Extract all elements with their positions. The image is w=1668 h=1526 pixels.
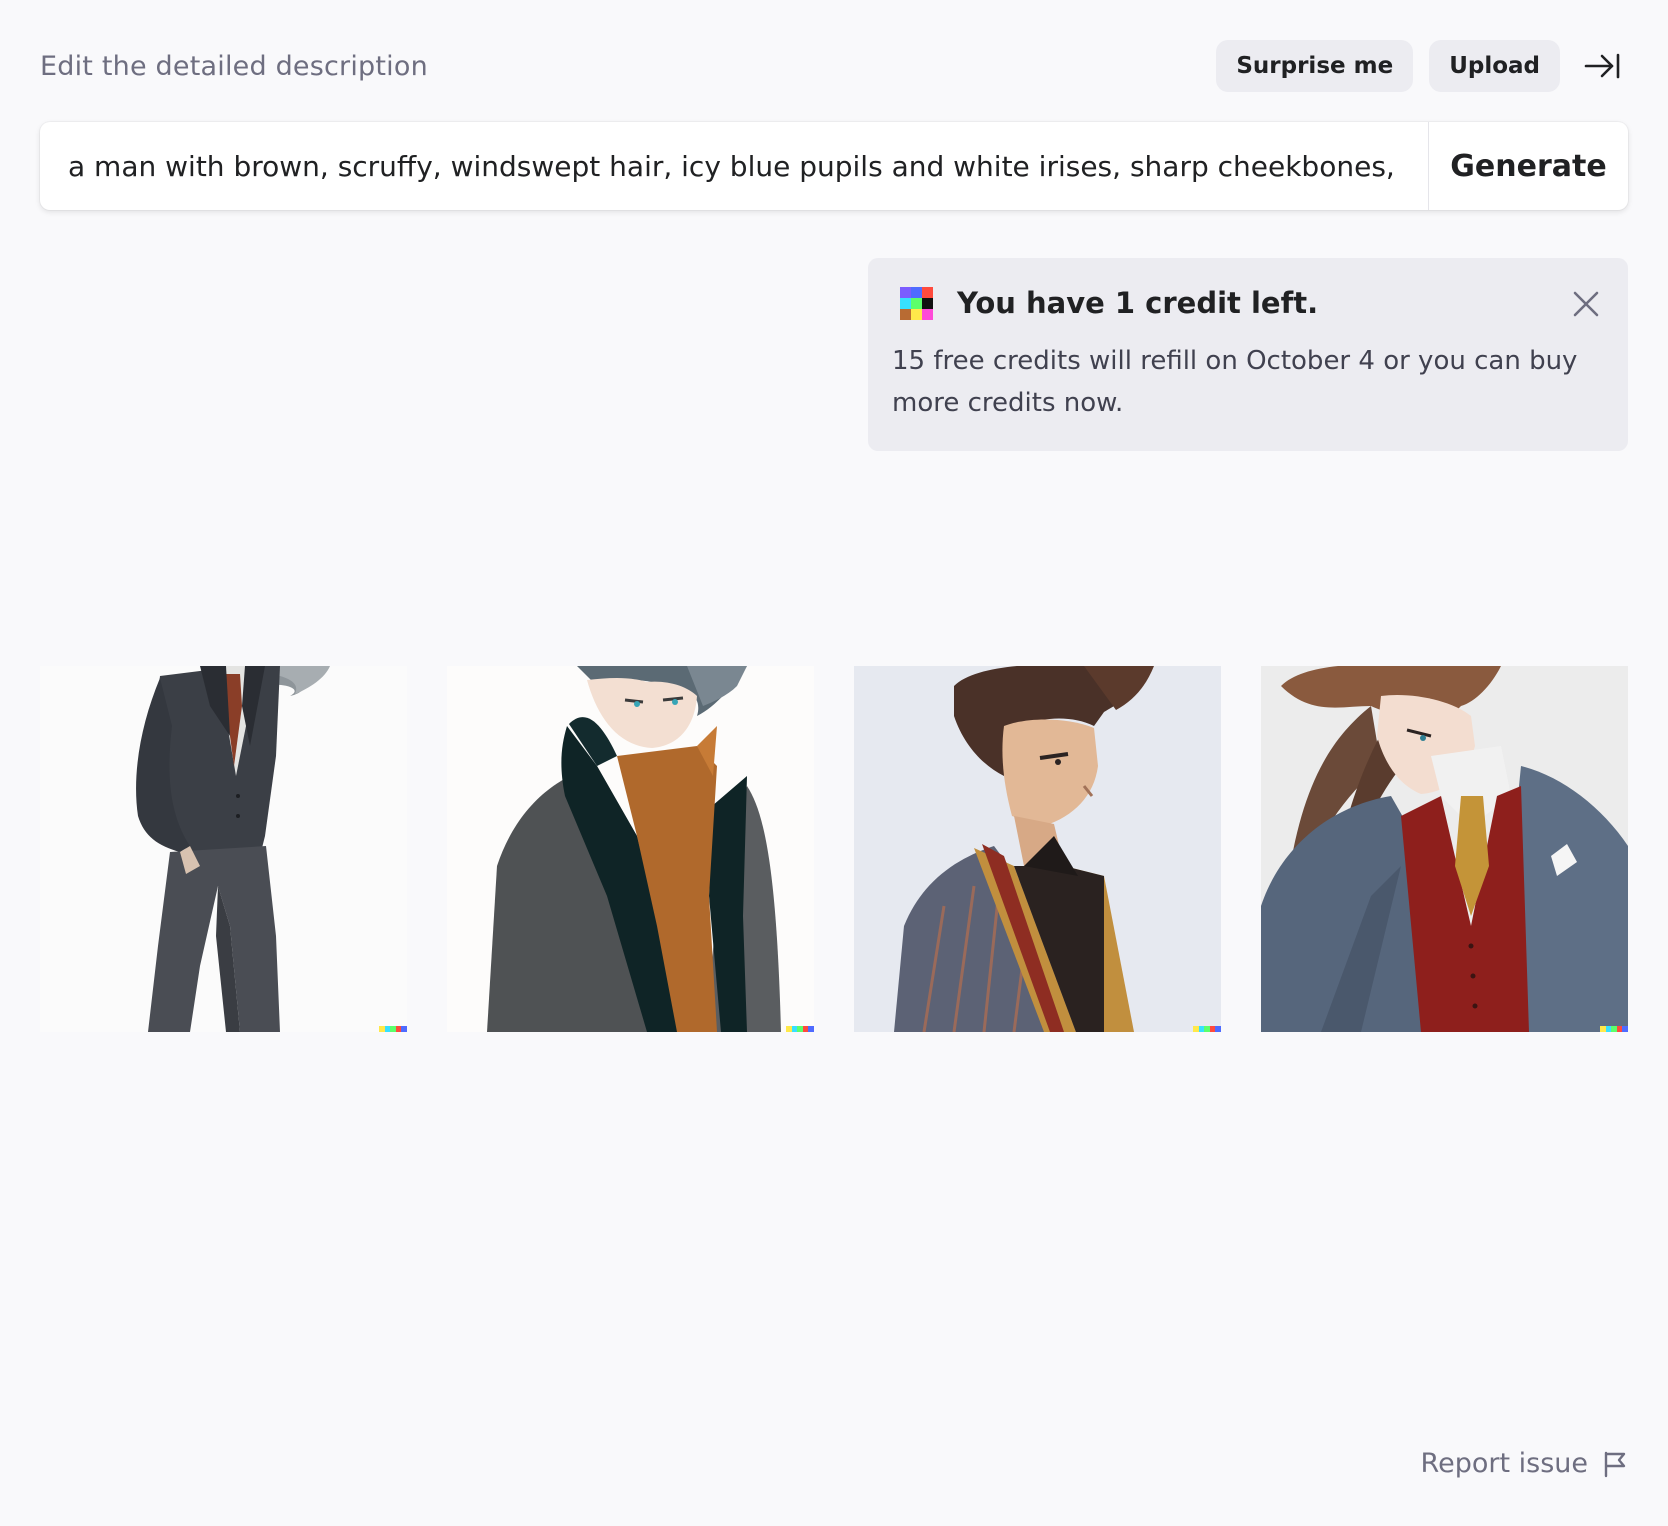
logo-cell bbox=[900, 308, 911, 320]
credit-notice: You have 1 credit left. 15 free credits … bbox=[868, 258, 1628, 451]
notice-title-row: You have 1 credit left. bbox=[900, 286, 1318, 320]
prompt-input[interactable]: a man with brown, scruffy, windswept hai… bbox=[40, 122, 1428, 210]
notice-body: 15 free credits will refill on October 4… bbox=[892, 346, 1578, 418]
image-signature bbox=[786, 1026, 814, 1032]
upload-button[interactable]: Upload bbox=[1429, 40, 1560, 92]
logo-cell bbox=[922, 308, 933, 320]
color-grid-logo-icon bbox=[900, 286, 933, 320]
logo-cell bbox=[911, 308, 922, 320]
collapse-button[interactable] bbox=[1576, 40, 1628, 92]
close-notice-button[interactable] bbox=[1566, 284, 1606, 324]
image-signature bbox=[1193, 1026, 1221, 1032]
flag-icon bbox=[1604, 1451, 1626, 1477]
logo-cell bbox=[900, 286, 911, 298]
report-issue-label: Report issue bbox=[1420, 1448, 1588, 1479]
report-issue-link[interactable]: Report issue bbox=[1421, 1448, 1628, 1479]
prompt-bar: a man with brown, scruffy, windswept hai… bbox=[40, 122, 1628, 210]
image-signature bbox=[379, 1026, 407, 1032]
image-illustration bbox=[1261, 666, 1628, 1032]
header-actions: Surprise me Upload bbox=[1216, 40, 1628, 92]
surprise-me-button[interactable]: Surprise me bbox=[1216, 40, 1414, 92]
image-signature bbox=[1600, 1026, 1628, 1032]
header: Edit the detailed description Surprise m… bbox=[40, 40, 1628, 92]
logo-cell bbox=[911, 297, 922, 309]
generated-image-2[interactable] bbox=[447, 666, 814, 1032]
generated-image-3[interactable] bbox=[854, 666, 1221, 1032]
logo-cell bbox=[922, 297, 933, 309]
arrow-right-to-bar-icon bbox=[1584, 53, 1620, 79]
generated-image-1[interactable] bbox=[40, 666, 407, 1032]
logo-cell bbox=[911, 286, 922, 298]
image-illustration bbox=[40, 666, 407, 1032]
generated-image-4[interactable] bbox=[1261, 666, 1628, 1032]
prompt-text: a man with brown, scruffy, windswept hai… bbox=[68, 149, 1400, 183]
notice-title: You have 1 credit left. bbox=[957, 286, 1319, 320]
generate-button[interactable]: Generate bbox=[1428, 122, 1628, 210]
image-illustration bbox=[854, 666, 1221, 1032]
logo-cell bbox=[922, 286, 933, 298]
image-illustration bbox=[447, 666, 814, 1032]
generated-images-grid bbox=[40, 666, 1628, 1032]
edit-description-label: Edit the detailed description bbox=[40, 50, 428, 82]
close-icon bbox=[1573, 291, 1599, 317]
logo-cell bbox=[900, 297, 911, 309]
